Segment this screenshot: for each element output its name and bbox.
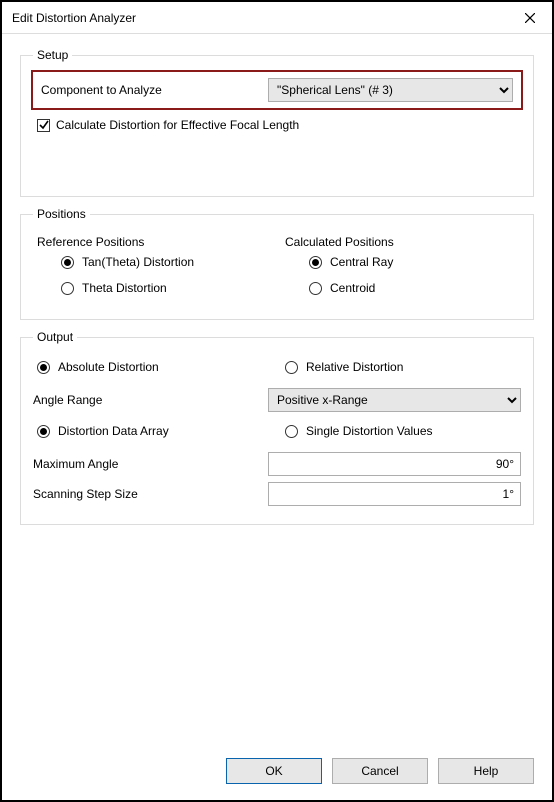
calc-focal-checkbox[interactable] xyxy=(37,119,50,132)
dialog-window: Edit Distortion Analyzer Setup Component… xyxy=(0,0,554,802)
setup-spacer xyxy=(33,136,521,184)
calculated-heading: Calculated Positions xyxy=(285,235,521,249)
array-single-row: Distortion Data Array Single Distortion … xyxy=(33,418,521,446)
angle-range-label: Angle Range xyxy=(33,393,268,407)
component-label: Component to Analyze xyxy=(41,83,268,97)
titlebar: Edit Distortion Analyzer xyxy=(2,2,552,34)
positions-legend: Positions xyxy=(33,207,90,221)
calc-centroid-row[interactable]: Centroid xyxy=(309,281,521,295)
calc-focal-row[interactable]: Calculate Distortion for Effective Focal… xyxy=(37,118,521,132)
calc-central-ray-radio[interactable] xyxy=(309,256,322,269)
close-button[interactable] xyxy=(516,6,544,30)
scan-step-row: Scanning Step Size xyxy=(33,482,521,506)
ref-theta-radio[interactable] xyxy=(61,282,74,295)
calc-central-ray-label: Central Ray xyxy=(330,255,393,269)
abs-rel-row: Absolute Distortion Relative Distortion xyxy=(33,354,521,382)
client-area: Setup Component to Analyze "Spherical Le… xyxy=(2,34,552,800)
button-bar: OK Cancel Help xyxy=(20,750,534,784)
array-radio[interactable] xyxy=(37,425,50,438)
ref-theta-row[interactable]: Theta Distortion xyxy=(61,281,273,295)
absolute-row[interactable]: Absolute Distortion xyxy=(37,360,273,374)
ref-theta-label: Theta Distortion xyxy=(82,281,167,295)
max-angle-row: Maximum Angle xyxy=(33,452,521,476)
component-select[interactable]: "Spherical Lens" (# 3) xyxy=(268,78,513,102)
reference-positions-col: Reference Positions Tan(Theta) Distortio… xyxy=(33,231,273,307)
absolute-label: Absolute Distortion xyxy=(58,360,159,374)
relative-label: Relative Distortion xyxy=(306,360,403,374)
cancel-button[interactable]: Cancel xyxy=(332,758,428,784)
ok-button[interactable]: OK xyxy=(226,758,322,784)
calc-centroid-label: Centroid xyxy=(330,281,375,295)
relative-row[interactable]: Relative Distortion xyxy=(285,360,521,374)
positions-group: Positions Reference Positions Tan(Theta)… xyxy=(20,207,534,320)
calc-central-ray-row[interactable]: Central Ray xyxy=(309,255,521,269)
help-button[interactable]: Help xyxy=(438,758,534,784)
single-radio[interactable] xyxy=(285,425,298,438)
angle-range-select[interactable]: Positive x-Range xyxy=(268,388,521,412)
close-icon xyxy=(525,13,535,23)
flex-spacer xyxy=(20,535,534,750)
window-title: Edit Distortion Analyzer xyxy=(12,11,136,25)
ref-tan-theta-label: Tan(Theta) Distortion xyxy=(82,255,194,269)
component-highlight: Component to Analyze "Spherical Lens" (#… xyxy=(31,70,523,110)
ref-tan-theta-radio[interactable] xyxy=(61,256,74,269)
output-legend: Output xyxy=(33,330,77,344)
reference-heading: Reference Positions xyxy=(37,235,273,249)
max-angle-input[interactable] xyxy=(268,452,521,476)
relative-radio[interactable] xyxy=(285,361,298,374)
scan-step-label: Scanning Step Size xyxy=(33,487,268,501)
scan-step-input[interactable] xyxy=(268,482,521,506)
max-angle-label: Maximum Angle xyxy=(33,457,268,471)
calc-focal-label: Calculate Distortion for Effective Focal… xyxy=(56,118,299,132)
setup-group: Setup Component to Analyze "Spherical Le… xyxy=(20,48,534,197)
calculated-positions-col: Calculated Positions Central Ray Centroi… xyxy=(281,231,521,307)
setup-legend: Setup xyxy=(33,48,72,62)
single-row[interactable]: Single Distortion Values xyxy=(285,424,521,438)
single-label: Single Distortion Values xyxy=(306,424,433,438)
angle-range-row: Angle Range Positive x-Range xyxy=(33,388,521,412)
absolute-radio[interactable] xyxy=(37,361,50,374)
calc-centroid-radio[interactable] xyxy=(309,282,322,295)
positions-columns: Reference Positions Tan(Theta) Distortio… xyxy=(33,231,521,307)
checkmark-icon xyxy=(39,120,49,130)
array-row[interactable]: Distortion Data Array xyxy=(37,424,273,438)
array-label: Distortion Data Array xyxy=(58,424,169,438)
ref-tan-theta-row[interactable]: Tan(Theta) Distortion xyxy=(61,255,273,269)
output-group: Output Absolute Distortion Relative Dist… xyxy=(20,330,534,525)
